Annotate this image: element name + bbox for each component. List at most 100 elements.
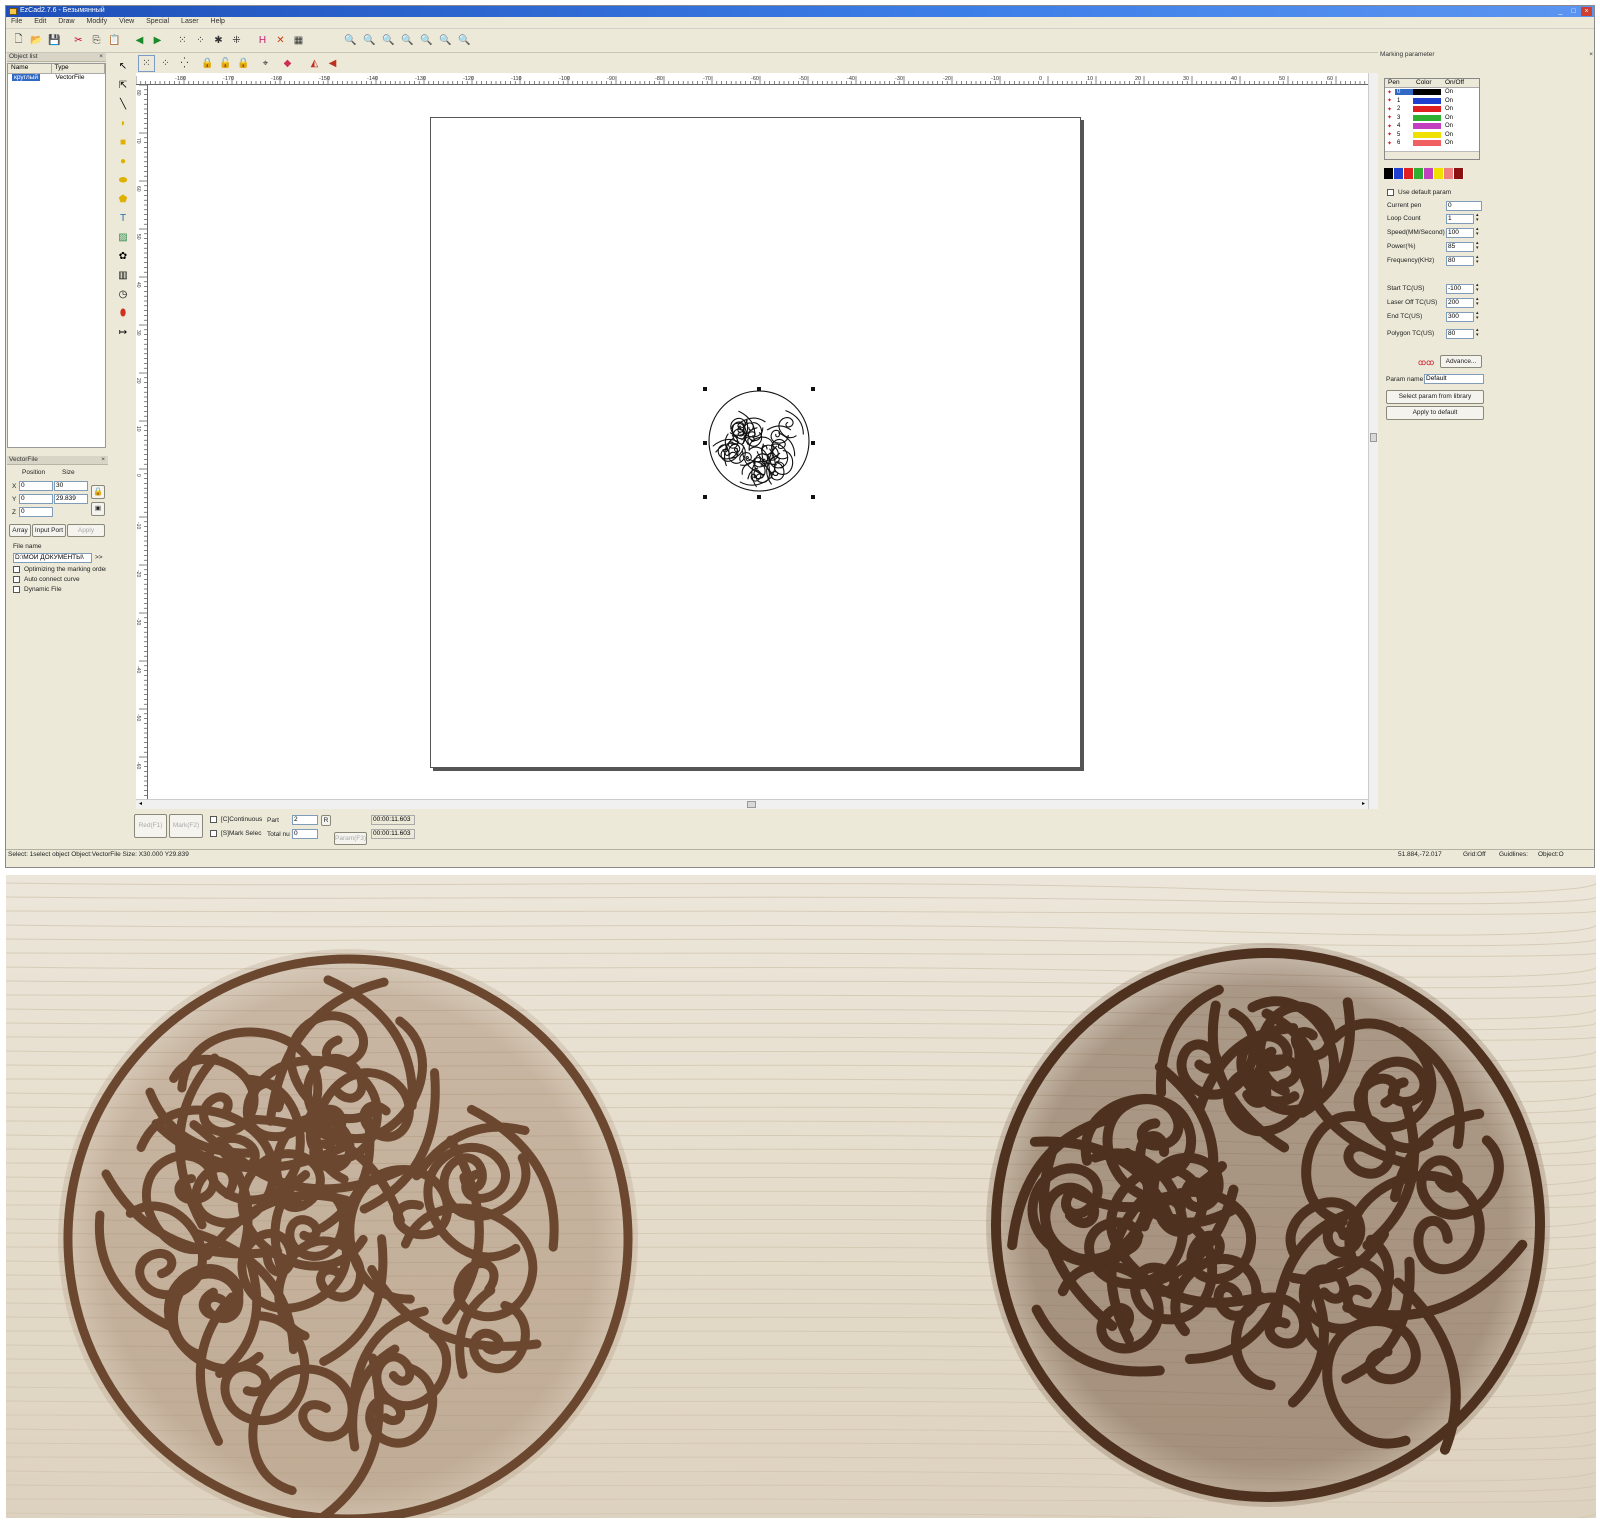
- y-position-field[interactable]: 0: [19, 494, 53, 504]
- mirror-v-icon[interactable]: ◀: [324, 55, 341, 72]
- copy-icon[interactable]: ⎘: [88, 32, 105, 49]
- undo-icon[interactable]: ◀: [131, 32, 148, 49]
- mark-select-checkbox[interactable]: [210, 830, 217, 837]
- vertical-scrollbar[interactable]: [1368, 73, 1378, 809]
- zoom-in-icon[interactable]: 🔍: [361, 32, 378, 49]
- dynamic-file-checkbox[interactable]: [13, 586, 20, 593]
- ellipse-icon[interactable]: ⬬: [115, 172, 131, 188]
- pen-color-swatch[interactable]: [1413, 106, 1441, 113]
- pen-color-swatch[interactable]: [1413, 114, 1441, 121]
- hatch-icon[interactable]: H: [254, 32, 271, 49]
- break-icon[interactable]: ⁜: [228, 32, 245, 49]
- array-button[interactable]: Array: [9, 524, 31, 537]
- spin-arrows-icon[interactable]: ▴ ▾: [1476, 311, 1479, 321]
- zoom-fit-icon[interactable]: 🔍: [456, 32, 473, 49]
- spin-arrows-icon[interactable]: ▴ ▾: [1476, 227, 1479, 237]
- color-palette[interactable]: [1384, 168, 1464, 179]
- timer-icon[interactable]: ◷: [115, 286, 131, 302]
- maximize-button[interactable]: □: [1568, 7, 1579, 16]
- menu-modify[interactable]: Modify: [82, 17, 113, 26]
- part-field[interactable]: 2: [292, 815, 318, 825]
- pen-row[interactable]: ✦ 2 On: [1385, 105, 1479, 114]
- ungroup-icon[interactable]: ⁘: [157, 55, 174, 72]
- pen-state[interactable]: On: [1443, 140, 1471, 146]
- pen-color-swatch[interactable]: [1413, 131, 1441, 138]
- minimize-button[interactable]: _: [1555, 7, 1566, 16]
- close-button[interactable]: ×: [1581, 7, 1592, 16]
- total-field[interactable]: 0: [292, 829, 318, 839]
- menu-view[interactable]: View: [114, 17, 139, 26]
- pen-row[interactable]: ✦ 6 On: [1385, 139, 1479, 148]
- close-icon[interactable]: ×: [1589, 51, 1593, 58]
- param-value-field[interactable]: 85: [1446, 242, 1474, 252]
- drawing-canvas[interactable]: [148, 85, 1368, 799]
- pen-state[interactable]: On: [1443, 106, 1471, 112]
- pen-color-swatch[interactable]: [1413, 140, 1441, 147]
- scroll-thumb[interactable]: [747, 801, 756, 808]
- circle-icon[interactable]: ●: [115, 153, 131, 169]
- red-button[interactable]: Red(F1): [134, 814, 167, 838]
- col-type[interactable]: Type: [52, 64, 105, 73]
- color-swatch[interactable]: [1454, 168, 1464, 179]
- param-value-field[interactable]: 200: [1446, 298, 1474, 308]
- line-icon[interactable]: ╲: [115, 96, 131, 112]
- menu-laser[interactable]: Laser: [176, 17, 204, 26]
- pen-table[interactable]: Pen Color On/Off ✦ 0 On ✦ 1 On ✦ 2 On ✦ 3 On ✦ 4 On ✦ 5 O…: [1384, 78, 1480, 160]
- spin-arrows-icon[interactable]: ▴ ▾: [1476, 297, 1479, 307]
- spin-arrows-icon[interactable]: ▴ ▾: [1476, 213, 1479, 223]
- color-swatch[interactable]: [1424, 168, 1434, 179]
- apply-to-default-button[interactable]: Apply to default: [1386, 406, 1484, 420]
- reset-button[interactable]: R: [321, 815, 331, 826]
- text-icon[interactable]: T: [115, 210, 131, 226]
- anchor-icon[interactable]: ▣: [91, 502, 105, 516]
- group-icon[interactable]: ⁙: [138, 55, 155, 72]
- pen-state[interactable]: On: [1443, 123, 1471, 129]
- x-position-field[interactable]: 0: [19, 481, 53, 491]
- scroll-thumb[interactable]: [1370, 433, 1377, 442]
- lock-icon[interactable]: 🔒: [199, 55, 216, 72]
- lock-ratio-icon[interactable]: 🔒: [91, 485, 105, 499]
- zoom-page-icon[interactable]: 🔍: [418, 32, 435, 49]
- save-icon[interactable]: 💾: [46, 32, 63, 49]
- param-value-field[interactable]: 0: [1446, 201, 1482, 211]
- pen-row[interactable]: ✦ 5 On: [1385, 131, 1479, 140]
- y-size-field[interactable]: 29.839: [54, 494, 88, 504]
- node-edit-icon[interactable]: ⁙: [174, 32, 191, 49]
- mirror-h-icon[interactable]: ◭: [306, 55, 323, 72]
- input-port-button[interactable]: Input Port: [32, 524, 66, 537]
- select-arrow-icon[interactable]: ↖: [115, 58, 131, 74]
- tools-icon[interactable]: ✕: [272, 32, 289, 49]
- pen-row[interactable]: ✦ 1 On: [1385, 97, 1479, 106]
- param-name-field[interactable]: Default: [1424, 374, 1484, 384]
- curve-icon[interactable]: ◗: [115, 115, 131, 131]
- zoom-all-icon[interactable]: 🔍: [399, 32, 416, 49]
- horizontal-scrollbar[interactable]: ◂ ▸: [136, 799, 1368, 809]
- unlock-icon[interactable]: 🔓: [217, 55, 234, 72]
- auto-connect-checkbox[interactable]: [13, 576, 20, 583]
- new-file-icon[interactable]: 🗋: [10, 32, 27, 49]
- color-swatch[interactable]: [1434, 168, 1444, 179]
- polygon-icon[interactable]: ⬟: [115, 191, 131, 207]
- pen-color-swatch[interactable]: [1413, 97, 1441, 104]
- advance-button[interactable]: Advance...: [1440, 355, 1482, 368]
- vector-file-icon[interactable]: ✿: [115, 248, 131, 264]
- cut-icon[interactable]: ✂: [70, 32, 87, 49]
- close-icon[interactable]: ×: [99, 53, 103, 60]
- color-swatch[interactable]: [1394, 168, 1404, 179]
- menu-file[interactable]: File: [6, 17, 27, 26]
- node-select-icon[interactable]: ⇱: [115, 77, 131, 93]
- pen-state[interactable]: On: [1443, 89, 1471, 95]
- menu-special[interactable]: Special: [141, 17, 174, 26]
- marking-icon[interactable]: ◆: [279, 55, 296, 72]
- continuous-checkbox[interactable]: [210, 816, 217, 823]
- pen-color-swatch[interactable]: [1413, 89, 1441, 96]
- object-row[interactable]: круглый VectorFile: [8, 74, 105, 83]
- smooth-icon[interactable]: ⁘: [192, 32, 209, 49]
- pen-state[interactable]: On: [1443, 115, 1471, 121]
- redo-icon[interactable]: ▶: [149, 32, 166, 49]
- zoom-out-icon[interactable]: 🔍: [380, 32, 397, 49]
- apply-button[interactable]: Apply: [67, 524, 105, 537]
- extend-axis-icon[interactable]: ↦: [115, 324, 131, 340]
- param-value-field[interactable]: 100: [1446, 228, 1474, 238]
- zoom-icon[interactable]: 🔍: [342, 32, 359, 49]
